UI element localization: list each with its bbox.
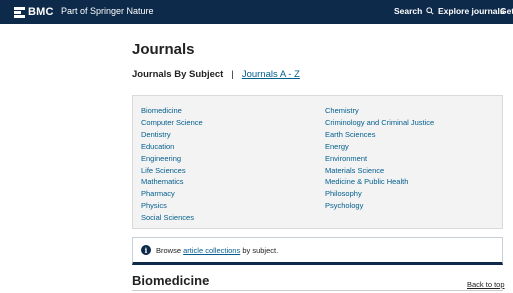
notice-suffix: by subject. xyxy=(242,245,279,255)
subject-link-materials-science[interactable]: Materials Science xyxy=(325,165,434,177)
section-title-biomedicine: Biomedicine xyxy=(132,273,210,288)
back-to-top-link[interactable]: Back to top xyxy=(467,280,505,289)
springer-nature-tagline[interactable]: Part of Springer Nature xyxy=(61,6,154,16)
subject-link-mathematics[interactable]: Mathematics xyxy=(141,176,203,188)
subject-link-pharmacy[interactable]: Pharmacy xyxy=(141,188,203,200)
subject-link-medicine-public-health[interactable]: Medicine & Public Health xyxy=(325,176,434,188)
subject-link-environment[interactable]: Environment xyxy=(325,153,434,165)
site-header: BMC Part of Springer Nature Search Explo… xyxy=(0,0,513,24)
article-collections-link[interactable]: article collections xyxy=(183,246,240,255)
search-button[interactable]: Search xyxy=(394,6,434,16)
search-icon xyxy=(426,7,434,15)
notice-text: Browse article collections by subject. xyxy=(156,246,278,255)
subject-link-energy[interactable]: Energy xyxy=(325,141,434,153)
subject-link-education[interactable]: Education xyxy=(141,141,203,153)
article-collections-notice: i Browse article collections by subject. xyxy=(132,237,503,265)
section-divider xyxy=(132,290,503,291)
info-icon: i xyxy=(141,245,151,255)
subject-link-physics[interactable]: Physics xyxy=(141,200,203,212)
subject-link-social-sciences[interactable]: Social Sciences xyxy=(141,212,203,224)
subject-link-biomedicine[interactable]: Biomedicine xyxy=(141,105,203,117)
subject-column-left: Biomedicine Computer Science Dentistry E… xyxy=(141,105,203,224)
get-published-link[interactable]: Get xyxy=(500,6,513,16)
bmc-logo[interactable]: BMC xyxy=(14,5,54,19)
subject-link-chemistry[interactable]: Chemistry xyxy=(325,105,434,117)
journals-by-subject-label: Journals By Subject xyxy=(132,69,224,80)
page-title: Journals xyxy=(132,41,195,58)
journals-subnav: Journals By Subject | Journals A - Z xyxy=(132,69,300,80)
journals-a-z-link[interactable]: Journals A - Z xyxy=(242,69,300,80)
subject-link-engineering[interactable]: Engineering xyxy=(141,153,203,165)
subject-link-computer-science[interactable]: Computer Science xyxy=(141,117,203,129)
subject-link-philosophy[interactable]: Philosophy xyxy=(325,188,434,200)
subject-link-earth-sciences[interactable]: Earth Sciences xyxy=(325,129,434,141)
subnav-separator: | xyxy=(231,69,234,80)
subject-link-psychology[interactable]: Psychology xyxy=(325,200,434,212)
subject-column-right: Chemistry Criminology and Criminal Justi… xyxy=(325,105,434,212)
subject-link-criminology[interactable]: Criminology and Criminal Justice xyxy=(325,117,434,129)
search-label: Search xyxy=(394,6,423,16)
subject-list-panel: Biomedicine Computer Science Dentistry E… xyxy=(132,95,503,229)
logo-text: BMC xyxy=(28,6,54,18)
subject-link-dentistry[interactable]: Dentistry xyxy=(141,129,203,141)
bmc-logo-mark-icon xyxy=(14,6,25,18)
notice-prefix: Browse xyxy=(156,245,182,255)
explore-journals-link[interactable]: Explore journals xyxy=(438,6,505,16)
subject-link-life-sciences[interactable]: Life Sciences xyxy=(141,165,203,177)
